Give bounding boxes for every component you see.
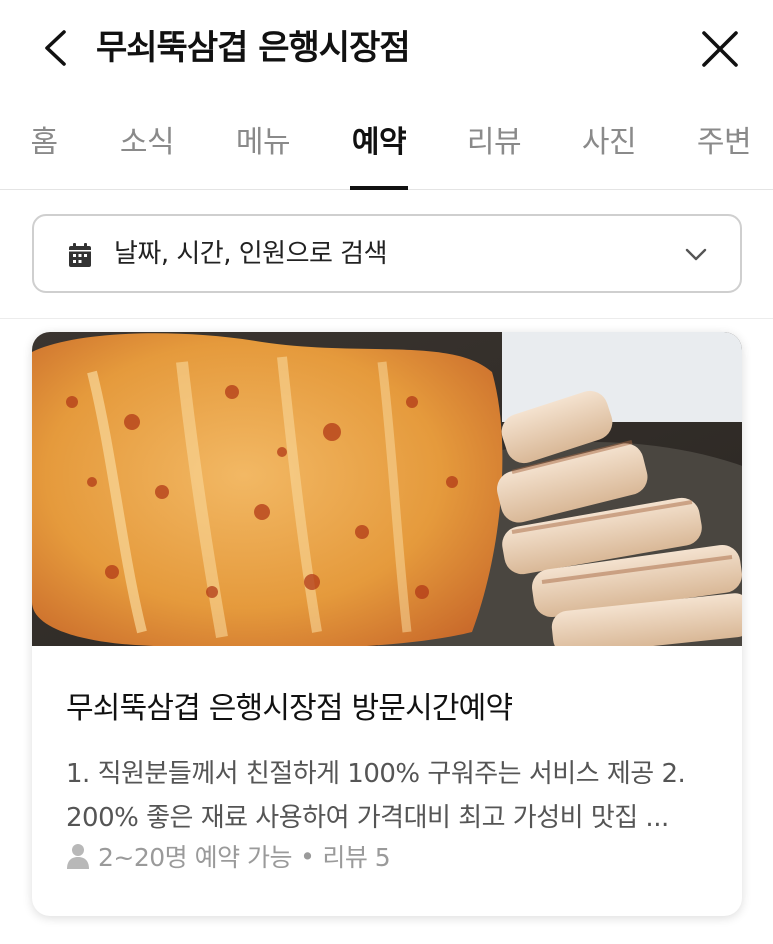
tab-reservation[interactable]: 예약 [352,122,407,164]
close-icon[interactable] [697,26,743,72]
review-count: 리뷰 5 [322,843,391,872]
meta-separator: • [300,841,315,871]
section-divider [0,318,773,319]
chevron-left-icon[interactable] [34,26,78,70]
calendar-icon [69,243,91,267]
capacity-text: 2~20명 예약 가능 [98,843,293,872]
tab-reviews[interactable]: 리뷰 [467,122,522,164]
card-description-line-1: 1. 직원분들께서 친절하게 100% 구워주는 서비스 제공 2. [66,759,686,789]
tab-menu[interactable]: 메뉴 [236,122,291,164]
card-description-line-2: 200% 좋은 재료 사용하여 가격대비 최고 가성비 맛집 ... [66,803,669,833]
reservation-item-card[interactable]: 무쇠뚝삼겹 은행시장점 방문시간예약 1. 직원분들께서 친절하게 100% 구… [32,332,742,916]
reservation-search-dropdown[interactable]: 날짜, 시간, 인원으로 검색 [32,214,742,293]
card-title: 무쇠뚝삼겹 은행시장점 방문시간예약 [66,691,513,726]
chevron-down-icon [685,248,707,261]
card-description: 1. 직원분들께서 친절하게 100% 구워주는 서비스 제공 2. 200% … [66,752,726,840]
tab-bar: 홈 소식 메뉴 예약 리뷰 사진 주변 [0,108,773,190]
app-header: 무쇠뚝삼겹 은행시장점 [0,0,773,100]
kimchi-and-pork-belly-grill-photo [32,332,742,646]
tab-home[interactable]: 홈 [30,122,58,164]
person-icon [67,844,89,869]
tab-photos[interactable]: 사진 [582,122,637,164]
card-meta: 2~20명 예약 가능 • 리뷰 5 [66,836,391,876]
tab-nearby[interactable]: 주변 [697,122,752,164]
page-title: 무쇠뚝삼겹 은행시장점 [96,28,411,68]
active-tab-indicator [350,186,408,190]
search-placeholder: 날짜, 시간, 인원으로 검색 [114,239,388,269]
tab-news[interactable]: 소식 [120,122,175,164]
